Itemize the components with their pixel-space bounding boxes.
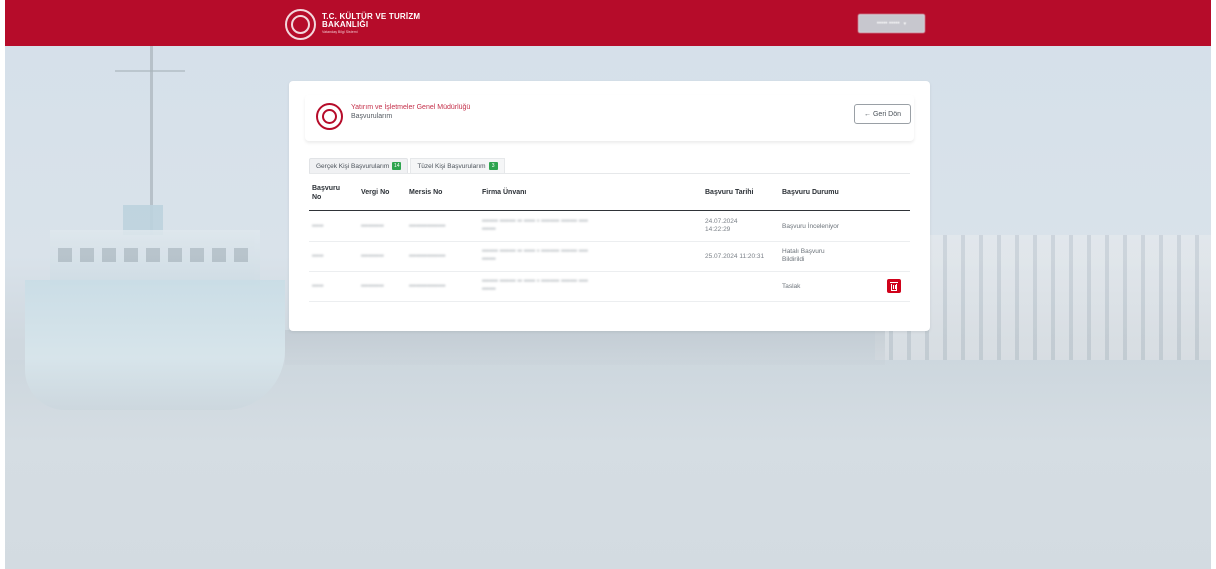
directorate-title: Yatırım ve İşletmeler Genel Müdürlüğü [351, 104, 471, 111]
basvuru-tarihi-cell: 25.07.2024 11:20:31 [705, 253, 765, 260]
count-badge: 14 [392, 162, 402, 170]
application-tabs: Gerçek Kişi Başvurularım 14 Tüzel Kişi B… [309, 158, 505, 173]
basvuru-durumu-cell: Başvuru İnceleniyor [782, 223, 840, 230]
basvuru-no-cell: ••••• [312, 283, 324, 290]
page-title: Başvurularım [351, 113, 393, 120]
applications-card: Yatırım ve İşletmeler Genel Müdürlüğü Ba… [289, 81, 930, 331]
mersis-no-cell: •••••••••••••••• [409, 283, 446, 290]
tab-label: Gerçek Kişi Başvurularım [316, 162, 390, 170]
firma-unvani-line2: •••••• [482, 286, 496, 293]
count-badge: 3 [488, 162, 498, 170]
top-navbar: T.C. KÜLTÜR VE TURİZM BAKANLIĞI Vatandaş… [5, 0, 1211, 46]
column-vergi-no: Vergi No [361, 189, 390, 196]
arrow-left-icon: ← [863, 110, 871, 118]
tab-gercek-kisi[interactable]: Gerçek Kişi Başvurularım 14 [309, 158, 409, 173]
background-ship-deck [50, 230, 260, 285]
background-ship-hull [25, 280, 285, 410]
ministry-seal-icon [316, 103, 343, 130]
logo-title-line2: BAKANLIĞI [322, 20, 369, 30]
vergi-no-cell: •••••••••• [361, 283, 384, 290]
logo-subtitle: Vatandaş Bilgi Sistemi [322, 30, 358, 35]
column-basvuru-durumu: Başvuru Durumu [782, 189, 839, 196]
basvuru-no-cell: ••••• [312, 253, 324, 260]
tabs-divider [309, 173, 910, 174]
background-shoreline [285, 330, 885, 365]
firma-unvani-line2: •••••• [482, 226, 496, 233]
basvuru-durumu-cell: Hatalı Başvuru Bildirildi [782, 248, 825, 263]
firma-unvani-cell: ••••••• ••••••• •• ••••• • •••••••• ••••… [482, 248, 692, 264]
tab-tuzel-kisi[interactable]: Tüzel Kişi Başvurularım 3 [410, 158, 505, 173]
trash-icon [890, 281, 898, 291]
back-button-label: Geri Dön [872, 110, 901, 118]
column-mersis-no: Mersis No [409, 189, 443, 196]
firma-unvani-line1: ••••••• ••••••• •• ••••• • •••••••• ••••… [482, 278, 588, 285]
background-ship-yard [115, 70, 185, 72]
page-background: T.C. KÜLTÜR VE TURİZM BAKANLIĞI Vatandaş… [5, 0, 1211, 569]
firma-unvani-cell: ••••••• ••••••• •• ••••• • •••••••• ••••… [482, 218, 692, 234]
firma-unvani-line1: ••••••• ••••••• •• ••••• • •••••••• ••••… [482, 218, 588, 225]
table-header: Başvuru No Vergi No Mersis No Firma Ünva… [309, 177, 910, 211]
basvuru-no-cell: ••••• [312, 223, 324, 230]
mersis-no-cell: •••••••••••••••• [409, 223, 446, 230]
firma-unvani-line1: ••••••• ••••••• •• ••••• • •••••••• ••••… [482, 248, 588, 255]
card-header: Yatırım ve İşletmeler Genel Müdürlüğü Ba… [305, 95, 914, 141]
firma-unvani-line2: •••••• [482, 256, 496, 263]
ministry-logo[interactable]: T.C. KÜLTÜR VE TURİZM BAKANLIĞI Vatandaş… [285, 8, 420, 40]
logo-text: T.C. KÜLTÜR VE TURİZM BAKANLIĞI Vatandaş… [322, 13, 420, 35]
chevron-down-icon: ▾ [903, 20, 907, 27]
column-basvuru-tarihi: Başvuru Tarihi [705, 189, 754, 196]
column-basvuru-no: Başvuru No [312, 185, 341, 201]
table-row[interactable]: ••••• •••••••••• •••••••••••••••• ••••••… [309, 212, 910, 242]
mersis-no-cell: •••••••••••••••• [409, 253, 446, 260]
vergi-no-cell: •••••••••• [361, 223, 384, 230]
column-firma-unvani: Firma Ünvanı [482, 189, 527, 196]
vergi-no-cell: •••••••••• [361, 253, 384, 260]
delete-button[interactable] [887, 279, 901, 293]
user-name: ••••• ••••• [876, 20, 900, 27]
tab-label: Tüzel Kişi Başvurularım [417, 162, 486, 170]
table-row[interactable]: ••••• •••••••••• •••••••••••••••• ••••••… [309, 272, 910, 302]
basvuru-tarihi-cell: 24.07.2024 14:22:29 [705, 218, 738, 233]
ministry-seal-icon [285, 8, 316, 40]
back-button[interactable]: ← Geri Dön [854, 104, 911, 124]
table-row[interactable]: ••••• •••••••••• •••••••••••••••• ••••••… [309, 242, 910, 272]
user-menu-button[interactable]: ••••• ••••• ▾ [858, 14, 925, 33]
basvuru-durumu-cell: Taslak [782, 283, 801, 290]
firma-unvani-cell: ••••••• ••••••• •• ••••• • •••••••• ••••… [482, 278, 692, 294]
